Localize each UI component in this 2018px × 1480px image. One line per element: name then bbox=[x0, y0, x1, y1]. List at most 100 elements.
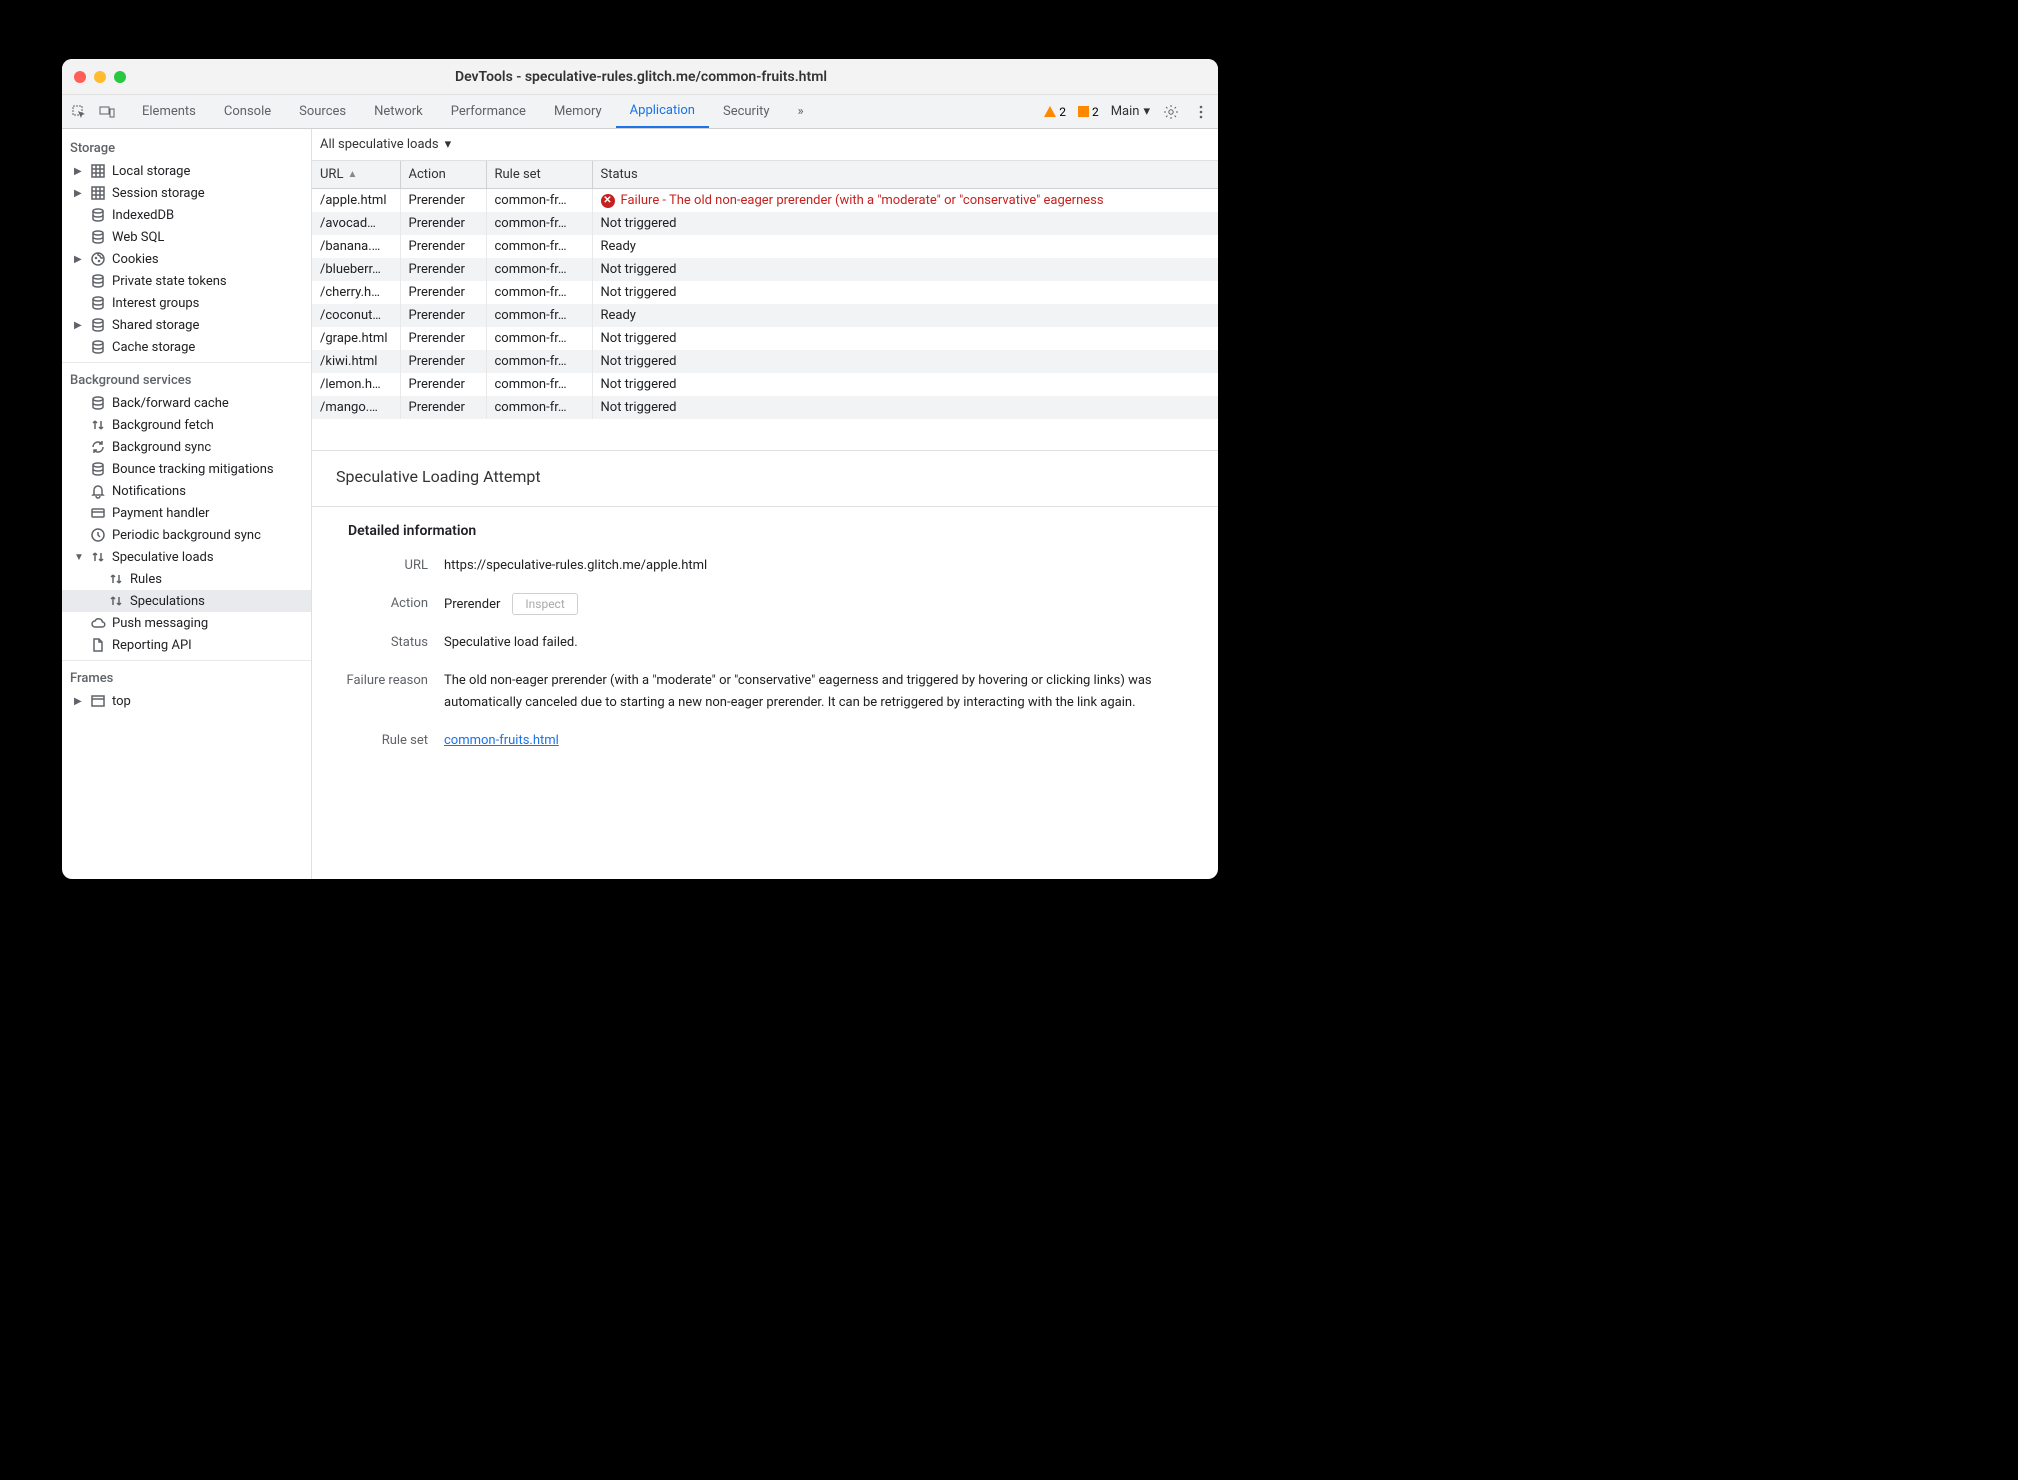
tab-application[interactable]: Application bbox=[616, 95, 709, 128]
db-icon bbox=[90, 339, 106, 355]
col-header-status[interactable]: Status bbox=[592, 161, 1218, 189]
table-row[interactable]: /lemon.h…Prerendercommon-fr…Not triggere… bbox=[312, 373, 1218, 396]
cloud-icon bbox=[90, 615, 106, 631]
sidebar-item-background-sync[interactable]: Background sync bbox=[62, 436, 311, 458]
updown-icon bbox=[90, 417, 106, 433]
sidebar-item-payment-handler[interactable]: Payment handler bbox=[62, 502, 311, 524]
sidebar-item-label: Payment handler bbox=[112, 506, 209, 521]
context-dropdown[interactable]: Main▾ bbox=[1111, 104, 1150, 119]
warnings-badge[interactable]: 2 bbox=[1044, 105, 1066, 119]
sidebar-item-label: Speculations bbox=[130, 594, 205, 609]
sidebar-item-cookies[interactable]: ▶Cookies bbox=[62, 248, 311, 270]
sidebar-item-top[interactable]: ▶top bbox=[62, 690, 311, 712]
sidebar-item-notifications[interactable]: Notifications bbox=[62, 480, 311, 502]
cell-url: /coconut… bbox=[312, 304, 400, 327]
sidebar-item-label: Background fetch bbox=[112, 418, 214, 433]
detail-url-label: URL bbox=[336, 555, 444, 577]
table-row[interactable]: /blueberr…Prerendercommon-fr…Not trigger… bbox=[312, 258, 1218, 281]
bg-services-section-title: Background services bbox=[62, 367, 311, 392]
sidebar-item-private-state-tokens[interactable]: Private state tokens bbox=[62, 270, 311, 292]
sidebar-item-back-forward-cache[interactable]: Back/forward cache bbox=[62, 392, 311, 414]
detail-status-label: Status bbox=[336, 632, 444, 654]
cell-action: Prerender bbox=[400, 350, 486, 373]
chevron-right-icon: ▶ bbox=[74, 696, 84, 707]
status-text: Not triggered bbox=[592, 396, 1218, 419]
cell-ruleset: common-fr… bbox=[486, 350, 592, 373]
clock-icon bbox=[90, 527, 106, 543]
cookie-icon bbox=[90, 251, 106, 267]
storage-section-title: Storage bbox=[62, 135, 311, 160]
col-header-action[interactable]: Action bbox=[400, 161, 486, 189]
table-row[interactable]: /cherry.h…Prerendercommon-fr…Not trigger… bbox=[312, 281, 1218, 304]
sidebar-item-cache-storage[interactable]: Cache storage bbox=[62, 336, 311, 358]
sidebar-item-push-messaging[interactable]: Push messaging bbox=[62, 612, 311, 634]
cell-action: Prerender bbox=[400, 235, 486, 258]
sidebar-item-speculations[interactable]: Speculations bbox=[62, 590, 311, 612]
cell-ruleset: common-fr… bbox=[486, 327, 592, 350]
inspect-element-icon[interactable] bbox=[70, 103, 88, 121]
tab-security[interactable]: Security bbox=[709, 95, 784, 128]
cell-action: Prerender bbox=[400, 189, 486, 213]
card-icon bbox=[90, 505, 106, 521]
db-icon bbox=[90, 395, 106, 411]
sidebar-item-label: Reporting API bbox=[112, 638, 192, 653]
cell-action: Prerender bbox=[400, 304, 486, 327]
sidebar-item-indexeddb[interactable]: IndexedDB bbox=[62, 204, 311, 226]
cell-action: Prerender bbox=[400, 396, 486, 419]
table-row[interactable]: /avocad…Prerendercommon-fr…Not triggered bbox=[312, 212, 1218, 235]
sidebar-item-label: Speculative loads bbox=[112, 550, 214, 565]
detail-ruleset-link[interactable]: common-fruits.html bbox=[444, 733, 559, 748]
minimize-window-button[interactable] bbox=[94, 71, 106, 83]
device-mode-icon[interactable] bbox=[98, 103, 116, 121]
more-tabs-button[interactable]: » bbox=[784, 95, 818, 128]
sidebar-item-session-storage[interactable]: ▶Session storage bbox=[62, 182, 311, 204]
maximize-window-button[interactable] bbox=[114, 71, 126, 83]
sidebar-item-local-storage[interactable]: ▶Local storage bbox=[62, 160, 311, 182]
cell-ruleset: common-fr… bbox=[486, 396, 592, 419]
issues-badge[interactable]: 2 bbox=[1078, 105, 1099, 119]
filter-dropdown[interactable]: All speculative loads ▾ bbox=[312, 129, 1218, 161]
sidebar-item-speculative-loads[interactable]: ▼Speculative loads bbox=[62, 546, 311, 568]
detail-title: Speculative Loading Attempt bbox=[336, 467, 1194, 486]
table-row[interactable]: /grape.htmlPrerendercommon-fr…Not trigge… bbox=[312, 327, 1218, 350]
status-text: Failure - The old non-eager prerender (w… bbox=[621, 193, 1104, 208]
table-row[interactable]: /kiwi.htmlPrerendercommon-fr…Not trigger… bbox=[312, 350, 1218, 373]
devtools-window: DevTools - speculative-rules.glitch.me/c… bbox=[62, 59, 1218, 879]
close-window-button[interactable] bbox=[74, 71, 86, 83]
table-row[interactable]: /apple.htmlPrerendercommon-fr…✕Failure -… bbox=[312, 189, 1218, 213]
cell-url: /blueberr… bbox=[312, 258, 400, 281]
settings-gear-icon[interactable] bbox=[1162, 103, 1180, 121]
status-text: Not triggered bbox=[592, 281, 1218, 304]
tab-sources[interactable]: Sources bbox=[285, 95, 360, 128]
cell-ruleset: common-fr… bbox=[486, 212, 592, 235]
cell-action: Prerender bbox=[400, 373, 486, 396]
tab-network[interactable]: Network bbox=[360, 95, 437, 128]
table-row[interactable]: /banana.…Prerendercommon-fr…Ready bbox=[312, 235, 1218, 258]
inspect-button[interactable]: Inspect bbox=[512, 593, 577, 615]
sidebar-item-interest-groups[interactable]: Interest groups bbox=[62, 292, 311, 314]
col-header-url[interactable]: URL▲ bbox=[312, 161, 400, 189]
cell-action: Prerender bbox=[400, 258, 486, 281]
chevron-right-icon: ▶ bbox=[74, 254, 84, 265]
sidebar-item-bounce-tracking-mitigations[interactable]: Bounce tracking mitigations bbox=[62, 458, 311, 480]
db-icon bbox=[90, 273, 106, 289]
tab-elements[interactable]: Elements bbox=[128, 95, 210, 128]
col-header-ruleset[interactable]: Rule set bbox=[486, 161, 592, 189]
sidebar-item-web-sql[interactable]: Web SQL bbox=[62, 226, 311, 248]
sidebar-item-periodic-background-sync[interactable]: Periodic background sync bbox=[62, 524, 311, 546]
detail-url-value: https://speculative-rules.glitch.me/appl… bbox=[444, 555, 1194, 577]
tab-performance[interactable]: Performance bbox=[437, 95, 540, 128]
traffic-lights bbox=[74, 71, 126, 83]
sidebar-item-background-fetch[interactable]: Background fetch bbox=[62, 414, 311, 436]
table-row[interactable]: /coconut…Prerendercommon-fr…Ready bbox=[312, 304, 1218, 327]
chevron-down-icon: ▾ bbox=[1143, 104, 1150, 119]
sidebar-item-rules[interactable]: Rules bbox=[62, 568, 311, 590]
sidebar-item-label: Local storage bbox=[112, 164, 190, 179]
table-row[interactable]: /mango.…Prerendercommon-fr…Not triggered bbox=[312, 396, 1218, 419]
more-options-icon[interactable] bbox=[1192, 103, 1210, 121]
sidebar-item-shared-storage[interactable]: ▶Shared storage bbox=[62, 314, 311, 336]
titlebar: DevTools - speculative-rules.glitch.me/c… bbox=[62, 59, 1218, 95]
tab-memory[interactable]: Memory bbox=[540, 95, 616, 128]
tab-console[interactable]: Console bbox=[210, 95, 285, 128]
sidebar-item-reporting-api[interactable]: Reporting API bbox=[62, 634, 311, 656]
